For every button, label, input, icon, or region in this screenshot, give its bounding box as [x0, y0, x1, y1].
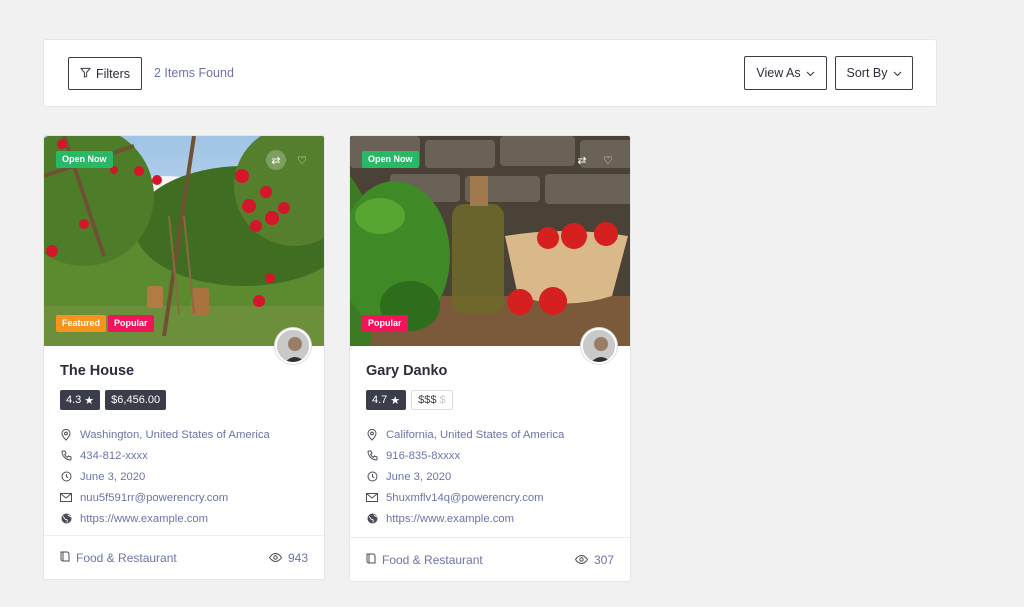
listing-card[interactable]: Open Now Popular ⇄ ♡ Gary Danko 4.7 ★ $$…	[349, 135, 631, 582]
phone-icon	[366, 450, 378, 461]
location-text[interactable]: California, United States of America	[386, 429, 564, 441]
chevron-down-icon	[893, 66, 902, 80]
globe-icon	[366, 513, 378, 524]
category-link[interactable]: Food & Restaurant	[76, 551, 177, 565]
open-now-badge: Open Now	[56, 151, 113, 168]
eye-icon	[574, 553, 589, 567]
mail-icon	[60, 493, 72, 502]
price-level-badge: $$$ $	[411, 390, 453, 410]
view-as-label: View As	[756, 66, 801, 80]
listing-toolbar: Filters 2 Items Found View As Sort By	[43, 39, 937, 107]
phone-text[interactable]: 434-812-xxxx	[80, 450, 148, 462]
date-text: June 3, 2020	[80, 470, 146, 483]
filters-button[interactable]: Filters	[68, 57, 142, 90]
listing-image-basil-tomatoes[interactable]: Open Now Popular ⇄ ♡	[350, 136, 630, 346]
category-link[interactable]: Food & Restaurant	[382, 553, 483, 567]
listing-title[interactable]: The House	[60, 363, 134, 379]
star-icon: ★	[390, 394, 401, 407]
featured-badge: Featured	[56, 315, 107, 332]
listing-image-apple-orchard[interactable]: Open Now Featured Popular ⇄ ♡	[44, 136, 324, 346]
view-count: 307	[593, 552, 614, 567]
mail-icon	[366, 493, 378, 502]
listing-title[interactable]: Gary Danko	[366, 363, 447, 379]
filters-label: Filters	[95, 66, 131, 81]
date-text: June 3, 2020	[386, 470, 452, 483]
rating-badge: 4.7 ★	[366, 390, 407, 410]
globe-icon	[60, 513, 72, 524]
price-badge: $6,456.00	[105, 390, 167, 410]
book-icon	[60, 551, 70, 565]
rating-value: 4.7	[372, 394, 388, 406]
email-text[interactable]: 5huxmflv14q@powerencry.com	[386, 492, 544, 504]
popular-badge: Popular	[362, 315, 408, 332]
avatar[interactable]	[275, 328, 311, 364]
listing-info: California, United States of America 916…	[366, 424, 564, 529]
rating-badge: 4.3 ★	[60, 390, 101, 410]
star-icon: ★	[84, 394, 95, 407]
eye-icon	[268, 551, 283, 565]
chevron-down-icon	[806, 66, 815, 80]
location-text[interactable]: Washington, United States of America	[80, 429, 270, 441]
card-footer: Food & Restaurant 307	[350, 537, 630, 581]
popular-badge: Popular	[108, 315, 154, 332]
heart-icon[interactable]: ♡	[292, 150, 312, 170]
sort-by-dropdown[interactable]: Sort By	[835, 56, 913, 90]
card-footer: Food & Restaurant 943	[44, 535, 324, 579]
website-link[interactable]: https://www.example.com	[80, 513, 208, 525]
price-level-inactive: $	[439, 394, 446, 406]
clock-icon	[366, 471, 378, 482]
price-level-active: $$$	[418, 394, 437, 406]
shuffle-icon[interactable]: ⇄	[572, 150, 592, 170]
book-icon	[366, 553, 376, 567]
rating-value: 4.3	[66, 394, 82, 406]
website-link[interactable]: https://www.example.com	[386, 513, 514, 525]
phone-text[interactable]: 916-835-8xxxx	[386, 450, 460, 462]
listing-info: Washington, United States of America 434…	[60, 424, 270, 529]
avatar[interactable]	[581, 328, 617, 364]
heart-icon[interactable]: ♡	[598, 150, 618, 170]
open-now-badge: Open Now	[362, 151, 419, 168]
email-text[interactable]: nuu5f591rr@powerencry.com	[80, 492, 228, 504]
sort-by-label: Sort By	[846, 66, 888, 80]
map-pin-icon	[60, 428, 72, 441]
filter-icon	[80, 67, 91, 81]
map-pin-icon	[366, 428, 378, 441]
view-as-dropdown[interactable]: View As	[744, 56, 827, 90]
view-count: 943	[287, 550, 308, 565]
phone-icon	[60, 450, 72, 461]
items-found-count: 2 Items Found	[154, 66, 234, 80]
shuffle-icon[interactable]: ⇄	[266, 150, 286, 170]
listing-card[interactable]: Open Now Featured Popular ⇄ ♡ The House …	[43, 135, 325, 580]
clock-icon	[60, 471, 72, 482]
